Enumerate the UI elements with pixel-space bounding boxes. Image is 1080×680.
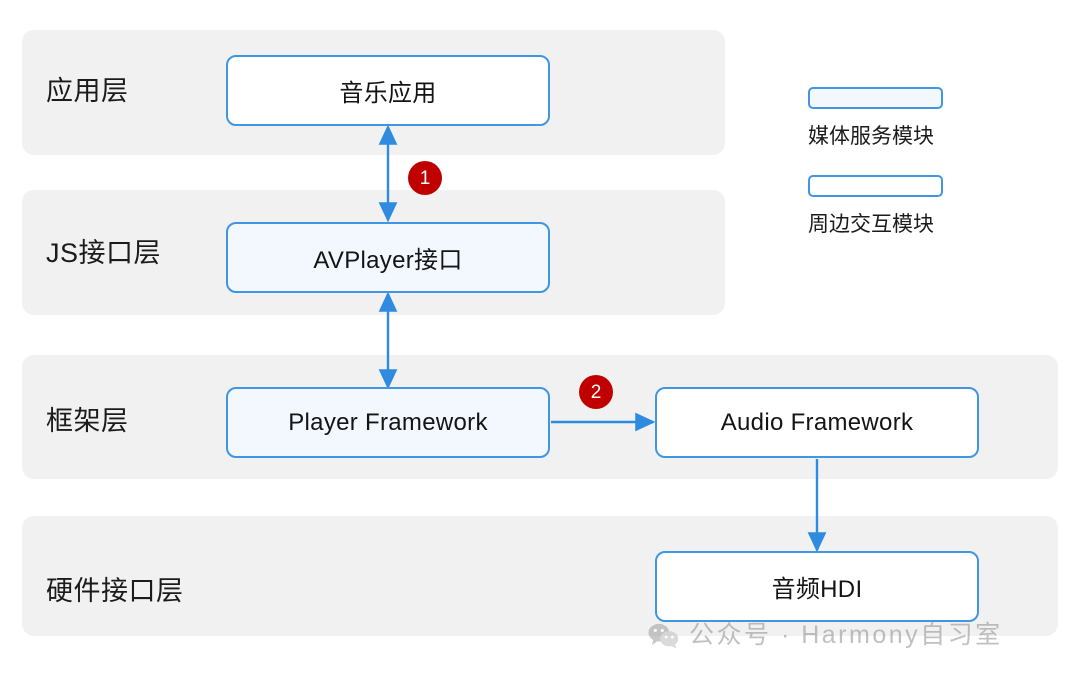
node-audio-hdi-label: 音频HDI — [771, 576, 863, 603]
node-audio-framework[interactable]: Audio Framework — [655, 387, 979, 458]
node-player-framework[interactable]: Player Framework — [226, 387, 550, 458]
legend-swatch-peripheral — [808, 175, 943, 197]
step-badge-1: 1 — [408, 161, 442, 195]
watermark-text: 公众号 · Harmony自习室 — [689, 621, 1003, 649]
node-avplayer-api-label: AVPlayer接口 — [313, 247, 463, 274]
node-avplayer-api[interactable]: AVPlayer接口 — [226, 222, 550, 293]
step-badge-2: 2 — [579, 375, 613, 409]
layer-label-js: JS接口层 — [46, 238, 162, 268]
wechat-icon — [648, 622, 680, 649]
node-music-app-label: 音乐应用 — [339, 80, 437, 107]
layer-label-app: 应用层 — [46, 76, 129, 106]
layer-label-hardware: 硬件接口层 — [46, 576, 184, 606]
legend-swatch-media — [808, 87, 943, 109]
legend-label-media: 媒体服务模块 — [808, 125, 934, 148]
diagram-canvas: 应用层 JS接口层 框架层 硬件接口层 音乐应用 AVPlayer接口 Play… — [0, 0, 1080, 680]
step-badge-2-label: 2 — [590, 381, 602, 403]
layer-label-framework: 框架层 — [46, 406, 129, 436]
node-audio-framework-label: Audio Framework — [720, 408, 914, 436]
legend-label-peripheral: 周边交互模块 — [808, 213, 934, 236]
node-music-app[interactable]: 音乐应用 — [226, 55, 550, 126]
watermark: 公众号 · Harmony自习室 — [648, 622, 1003, 649]
step-badge-1-label: 1 — [419, 167, 431, 189]
node-audio-hdi[interactable]: 音频HDI — [655, 551, 979, 622]
node-player-framework-label: Player Framework — [288, 408, 488, 436]
